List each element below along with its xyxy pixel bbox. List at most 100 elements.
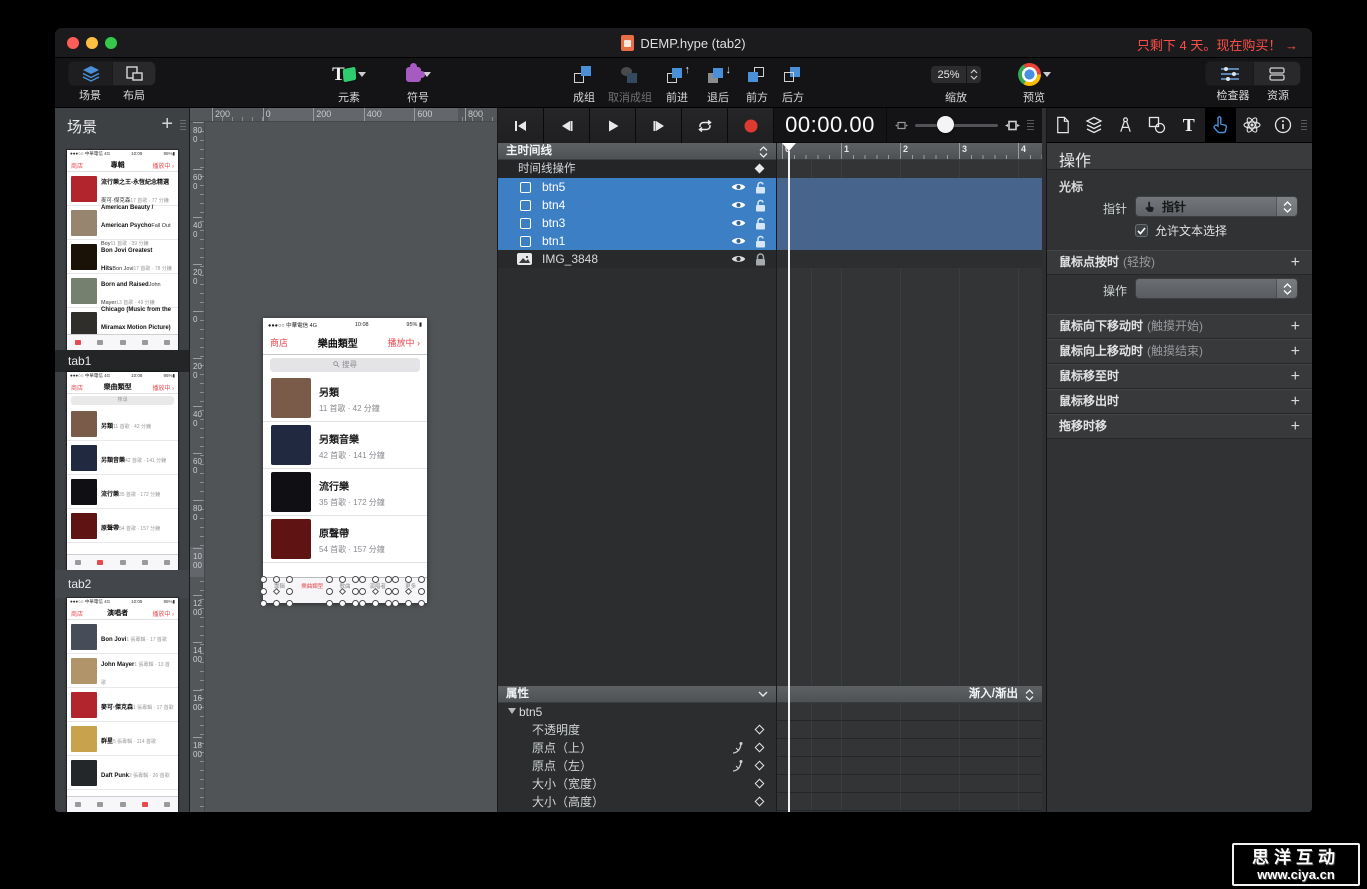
add-action-button[interactable]: + — [1291, 390, 1300, 413]
tab-actions-inspector-selected[interactable] — [1205, 108, 1237, 143]
dropdown-stepper-icon[interactable] — [1276, 197, 1297, 216]
property-row[interactable]: 原点（左） — [498, 757, 776, 775]
layer-row-selected[interactable]: btn5 — [498, 178, 776, 196]
layer-row-selected[interactable]: btn4 — [498, 196, 776, 214]
inspector-grip-icon[interactable] — [1301, 120, 1307, 130]
scene-label-tab2[interactable]: tab2 — [55, 570, 190, 598]
layer-checkbox[interactable] — [520, 200, 531, 211]
timeline-actions-row[interactable]: 时间线操作 — [498, 160, 776, 178]
tab-identity-inspector[interactable] — [1268, 108, 1300, 143]
chevron-down-icon[interactable] — [1043, 72, 1051, 81]
event-section-row[interactable]: 鼠标移出时 + — [1047, 389, 1312, 414]
main-timeline-header[interactable]: 主时间线 — [498, 143, 776, 160]
pointer-dropdown[interactable]: 指针 — [1135, 196, 1298, 217]
eye-icon[interactable] — [731, 182, 746, 192]
tab-scene-inspector[interactable] — [1079, 108, 1111, 143]
unlock-icon[interactable] — [755, 235, 766, 248]
elements-menu-button[interactable]: T 元素 — [313, 61, 385, 105]
add-action-button[interactable]: + — [1291, 415, 1300, 438]
canvas-area[interactable]: 2000200400600800 80060040020002004006008… — [190, 108, 497, 812]
unlock-icon[interactable] — [755, 181, 766, 194]
zoom-stepper[interactable]: 25% — [930, 65, 982, 84]
timeline-track-area[interactable] — [776, 160, 1042, 686]
selection-handles-btn4[interactable] — [359, 576, 393, 608]
keyframe-diamond-icon[interactable] — [755, 797, 765, 807]
property-row[interactable]: 大小（高度） — [498, 793, 776, 811]
tab-typography-inspector[interactable]: T — [1173, 108, 1205, 143]
properties-header[interactable]: 属性 — [498, 686, 776, 703]
layer-checkbox[interactable] — [520, 182, 531, 193]
timeline-stepper-icon[interactable] — [759, 146, 768, 158]
sidebar-grip-icon[interactable] — [180, 120, 186, 130]
checkbox-checked[interactable] — [1135, 224, 1148, 237]
layer-checkbox[interactable] — [520, 236, 531, 247]
close-window-button[interactable] — [67, 37, 79, 49]
add-action-button[interactable]: + — [1291, 340, 1300, 363]
tab-document-inspector[interactable] — [1047, 108, 1079, 143]
jump-to-start-button[interactable] — [498, 108, 544, 143]
event-section-row[interactable]: 鼠标移至时 + — [1047, 364, 1312, 389]
symbols-menu-button[interactable]: 符号 — [393, 61, 443, 105]
layer-row-selected[interactable]: btn3 — [498, 214, 776, 232]
next-frame-button[interactable] — [636, 108, 682, 143]
event-section-row[interactable]: 鼠标向上移动时(触摸结束) + — [1047, 339, 1312, 364]
scene-thumbnail-tab2-selected[interactable]: ●●●○○ 中華電信 4G10:0895%▮ 商店 樂曲類型 播放中 › 搜尋 … — [67, 372, 178, 570]
eye-icon[interactable] — [731, 236, 746, 246]
action-diamond-icon[interactable] — [755, 164, 765, 174]
previous-frame-button[interactable] — [544, 108, 590, 143]
selection-handles-btn3[interactable] — [326, 576, 360, 608]
scenes-pane-button[interactable] — [69, 62, 112, 85]
scene-thumbnail-artists[interactable]: ●●●○○ 中華電信 4G10:0595%▮ 商店 演唱者 播放中 › Bon … — [67, 598, 178, 812]
keyframe-diamond-icon[interactable] — [755, 743, 765, 753]
property-row[interactable]: 原点（上） — [498, 739, 776, 757]
loop-button[interactable] — [682, 108, 728, 143]
resources-toggle-button[interactable] — [1253, 62, 1300, 85]
dropdown-stepper-icon[interactable] — [1276, 279, 1297, 298]
play-button[interactable] — [590, 108, 636, 143]
selection-handles-btn1[interactable] — [260, 576, 294, 608]
keyframe-diamond-icon[interactable] — [755, 779, 765, 789]
pane-divider[interactable] — [776, 143, 777, 812]
record-button[interactable] — [728, 108, 774, 143]
layer-row-selected[interactable]: btn1 — [498, 232, 776, 250]
add-action-button[interactable]: + — [1291, 251, 1300, 274]
selection-handles-btn5[interactable] — [392, 576, 426, 608]
disclosure-triangle-icon[interactable] — [508, 708, 516, 718]
group-button[interactable]: 成组 — [565, 61, 603, 105]
zoom-slider-knob[interactable] — [937, 116, 954, 133]
add-scene-button[interactable]: + — [161, 113, 173, 136]
zoom-out-icon[interactable] — [895, 120, 908, 131]
pane-grip-icon[interactable] — [1027, 120, 1034, 130]
property-row[interactable]: 大小（宽度） — [498, 775, 776, 793]
ease-stepper-icon[interactable] — [1025, 689, 1034, 701]
collapse-chevron-icon[interactable] — [758, 691, 768, 698]
scene-label-tab1[interactable]: tab1 — [55, 350, 190, 372]
event-section-row[interactable]: 拖移时移 + — [1047, 414, 1312, 439]
properties-track-area[interactable] — [776, 703, 1042, 812]
layer-checkbox[interactable] — [520, 218, 531, 229]
layer-row-image[interactable]: IMG_3848 — [498, 250, 776, 268]
tab-physics-inspector[interactable] — [1236, 108, 1268, 143]
tab-element-inspector[interactable] — [1142, 108, 1174, 143]
send-back-button[interactable]: 后方 — [775, 61, 811, 105]
property-row[interactable]: 不透明度 — [498, 721, 776, 739]
send-backward-button[interactable]: ↓ 退后 — [697, 61, 739, 105]
playhead-line[interactable] — [788, 151, 790, 812]
eye-icon[interactable] — [731, 254, 746, 264]
buy-now-promo-link[interactable]: 只剩下 4 天。现在购买！ → — [1137, 35, 1298, 54]
scene-artboard-IMG_3848[interactable]: ●●●○○ 中華電信 4G 10:08 95% ▮ 商店 樂曲類型 播放中 › … — [263, 318, 427, 603]
tab-metrics-inspector[interactable] — [1110, 108, 1142, 143]
keyframe-diamond-icon[interactable] — [755, 761, 765, 771]
bring-forward-button[interactable]: ↑ 前进 — [657, 61, 697, 105]
zoom-stepper-arrows[interactable] — [966, 66, 981, 83]
unlock-icon[interactable] — [755, 199, 766, 212]
time-ruler[interactable]: 01234 — [776, 143, 1042, 160]
add-action-button[interactable]: + — [1291, 365, 1300, 388]
eye-icon[interactable] — [731, 200, 746, 210]
ease-header[interactable]: 渐入/渐出 — [776, 686, 1042, 703]
preview-button[interactable]: 预览 — [1001, 61, 1067, 105]
minimize-window-button[interactable] — [86, 37, 98, 49]
on-mouse-click-section[interactable]: 鼠标点按时(轻按) + — [1047, 250, 1312, 275]
zoom-slider-track[interactable] — [915, 124, 998, 127]
unlock-icon[interactable] — [755, 217, 766, 230]
